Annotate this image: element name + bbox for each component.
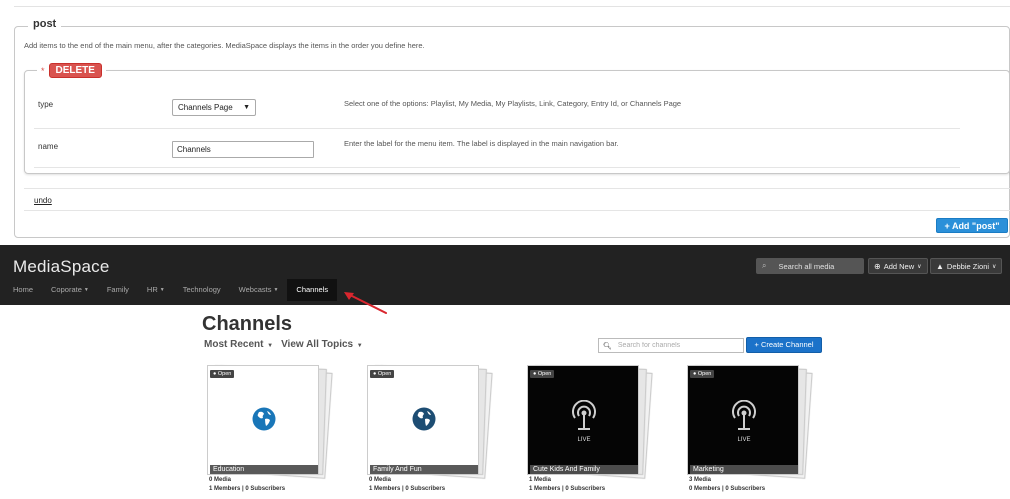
live-label: LIVE [577,437,591,443]
nav-item-coporate[interactable]: Coporate ▼ [42,279,98,301]
mediaspace-header: MediaSpace ⌕ ⊕ Add New ∨ ▲ Debbie Zioni … [0,245,1010,305]
user-name: Debbie Zioni [946,261,990,271]
channel-name: Education [210,465,318,474]
nav-item-home[interactable]: Home [0,279,42,301]
add-new-button[interactable]: ⊕ Add New ∨ [868,258,928,274]
post-description: Add items to the end of the main menu, a… [24,41,425,50]
broadcast-antenna-icon [572,399,596,430]
sort-dropdown[interactable]: Most Recent ▼ [204,339,273,350]
channel-thumbnail[interactable]: ● Open Education [207,365,319,475]
channel-card[interactable]: ● Open Education 0 Media 1 Members | 0 S… [207,365,337,499]
nav-item-technology[interactable]: Technology [174,279,230,301]
channel-card[interactable]: ● Open Family And Fun 0 Media 1 Members … [367,365,497,499]
channel-members: 1 Members | 0 Subscribers [209,486,286,492]
channel-media-count: 0 Media [209,477,232,483]
channel-members: 1 Members | 0 Subscribers [369,486,446,492]
chevron-down-icon: ∨ [992,263,997,270]
add-post-button[interactable]: + Add "post" [936,218,1008,233]
live-broadcast-icon: LIVE [566,399,602,443]
globe-icon [252,407,276,431]
add-new-label: Add New [883,261,915,271]
open-badge: ● Open [210,370,235,378]
channel-members: 0 Members | 0 Subscribers [689,486,766,492]
channel-card[interactable]: ● Open LIVE Cute Kids And Family 1 Media… [527,365,657,499]
caret-down-icon: ▼ [355,343,363,349]
divider [24,210,1010,211]
brand-logo[interactable]: MediaSpace [13,257,110,277]
name-input[interactable] [172,141,314,158]
type-help-text: Select one of the options: Playlist, My … [344,99,682,108]
live-label: LIVE [737,437,751,443]
create-channel-button[interactable]: + Create Channel [746,337,822,353]
channel-search[interactable]: 🔍︎ [598,338,744,353]
channel-name: Cute Kids And Family [530,465,638,474]
open-badge: ● Open [370,370,395,378]
global-search[interactable]: ⌕ [756,258,864,274]
undo-link[interactable]: undo [34,196,52,205]
global-search-input[interactable] [778,261,859,271]
divider [24,188,1010,189]
page-title: Channels [202,313,293,335]
red-arrow-annotation [344,292,387,314]
channel-media-count: 1 Media [529,477,552,483]
channel-filters: Most Recent ▼ View All Topics ▼ [204,339,371,350]
channel-thumbnail[interactable]: ● Open Family And Fun [367,365,479,475]
name-label: name [38,142,59,151]
topics-dropdown[interactable]: View All Topics ▼ [281,339,363,350]
user-menu-button[interactable]: ▲ Debbie Zioni ∨ [930,258,1003,274]
type-label: type [38,100,54,109]
caret-down-icon: ▼ [273,287,279,293]
open-badge: ● Open [690,370,715,378]
channel-thumbnail[interactable]: ● Open LIVE Marketing [687,365,799,475]
broadcast-antenna-icon [732,399,756,430]
post-section-title: post [28,18,62,30]
type-select-value: Channels Page [178,103,233,112]
divider [34,167,960,168]
nav-item-family[interactable]: Family [98,279,138,301]
delete-button[interactable]: DELETE [48,63,102,78]
caret-down-icon: ▼ [265,343,274,349]
caret-down-icon: ▼ [159,287,165,293]
caret-down-icon: ▼ [243,104,250,111]
name-help-text: Enter the label for the menu item. The l… [344,139,619,148]
globe-icon [412,407,436,431]
divider [34,128,960,129]
channel-media-count: 0 Media [369,477,392,483]
channel-members: 1 Members | 0 Subscribers [529,486,606,492]
channel-thumbnail[interactable]: ● Open LIVE Cute Kids And Family [527,365,639,475]
type-select[interactable]: Channels Page ▼ [172,99,256,116]
nav-item-hr[interactable]: HR ▼ [138,279,174,301]
channel-media-count: 3 Media [689,477,712,483]
required-mark: * [41,65,45,76]
user-icon: ▲ [936,261,944,271]
channel-name: Marketing [690,465,798,474]
channel-name: Family And Fun [370,465,478,474]
main-nav: Home Coporate ▼ Family HR ▼ Technology Web… [0,279,338,301]
channel-search-input[interactable] [617,342,738,349]
menu-item-fieldset [24,70,1010,174]
nav-item-webcasts[interactable]: Webcasts ▼ [230,279,288,301]
live-broadcast-icon: LIVE [726,399,762,443]
channel-card[interactable]: ● Open LIVE Marketing 3 Media 0 Members … [687,365,817,499]
divider [14,6,1010,7]
menu-config-panel: post Add items to the end of the main me… [0,0,1010,238]
menu-item-legend: * DELETE [37,63,106,78]
open-badge: ● Open [530,370,555,378]
search-icon: 🔍︎ [603,342,612,350]
caret-down-icon: ▼ [83,287,89,293]
plus-circle-icon: ⊕ [874,261,881,271]
nav-item-channels[interactable]: Channels [287,279,338,301]
search-icon: ⌕ [762,261,767,270]
chevron-down-icon: ∨ [917,263,922,270]
